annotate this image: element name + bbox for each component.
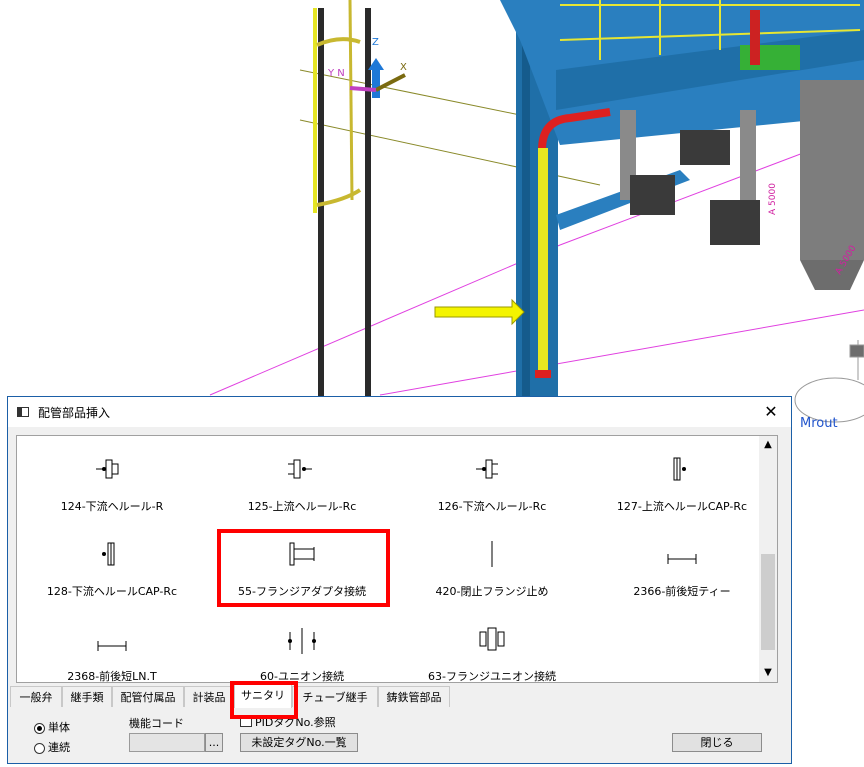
- part-label: 127-上流ヘルールCAP-Rc: [616, 500, 748, 513]
- radio-unchecked-icon: [34, 742, 45, 754]
- part-label: 63-フランジユニオン接続: [428, 670, 556, 683]
- axis-z-label: Z: [372, 37, 379, 48]
- part-item[interactable]: 2366-前後短ティー: [587, 521, 777, 606]
- part-item[interactable]: 63-フランジユニオン接続: [397, 606, 587, 683]
- ferrule-upstream-icon: [288, 459, 312, 479]
- radio-single-label: 単体: [48, 721, 70, 734]
- part-label: 2368-前後短LN.T: [67, 670, 157, 683]
- part-item[interactable]: 126-下流ヘルール-Rc: [397, 436, 587, 521]
- browse-button[interactable]: ...: [205, 733, 223, 752]
- short-lnt-icon: [97, 641, 127, 651]
- function-code-input[interactable]: [129, 733, 205, 752]
- dialog-title: 配管部品挿入: [38, 406, 111, 420]
- pipe-part-insert-dialog: 配管部品挿入 ✕ 124-下流ヘルール-R 125-上流ヘルール-Rc 126-…: [7, 396, 792, 764]
- window-icon: [17, 407, 29, 417]
- short-tee-icon: [667, 554, 697, 564]
- union-icon: [288, 628, 316, 654]
- ferrule-downstream-icon: [96, 459, 119, 479]
- scroll-thumb[interactable]: [761, 554, 775, 650]
- part-label: 2366-前後短ティー: [633, 585, 731, 598]
- blind-flange-icon: [491, 541, 493, 567]
- function-code-label: 機能コード: [129, 717, 184, 730]
- tab-instruments[interactable]: 計装品: [184, 686, 234, 707]
- radio-single[interactable]: 単体: [34, 719, 70, 735]
- radio-checked-icon: [34, 722, 45, 734]
- close-icon[interactable]: ✕: [751, 397, 791, 427]
- part-item[interactable]: 128-下流ヘルールCAP-Rc: [17, 521, 207, 606]
- radio-continuous-label: 連続: [48, 741, 70, 754]
- part-item[interactable]: 124-下流ヘルール-R: [17, 436, 207, 521]
- part-item[interactable]: 2368-前後短LN.T: [17, 606, 207, 683]
- axis-x-label: X: [400, 62, 407, 73]
- ferrule-downstream-rc-icon: [476, 459, 498, 479]
- vessel-wireframe: [794, 340, 864, 423]
- part-item[interactable]: 60-ユニオン接続: [207, 606, 397, 682]
- axis-y-label: Y N: [327, 68, 345, 79]
- part-label: 126-下流ヘルール-Rc: [437, 500, 547, 513]
- radio-continuous[interactable]: 連続: [34, 739, 70, 755]
- tab-fittings[interactable]: 継手類: [62, 686, 112, 707]
- highlighted-pipe: [535, 108, 611, 378]
- unset-tag-list-button[interactable]: 未設定タグNo.一覧: [240, 733, 358, 752]
- parts-grid[interactable]: 124-下流ヘルール-R 125-上流ヘルール-Rc 126-下流ヘルール-Rc…: [16, 435, 778, 683]
- part-item[interactable]: 420-閉止フランジ止め: [397, 521, 587, 606]
- close-button[interactable]: 閉じる: [672, 733, 762, 752]
- dimension-label: A 5000: [768, 183, 778, 215]
- tab-piping-accessories[interactable]: 配管付属品: [112, 686, 184, 707]
- pointer-arrow: [434, 298, 525, 326]
- part-label: 125-上流ヘルール-Rc: [247, 500, 357, 513]
- title-bar[interactable]: 配管部品挿入 ✕: [8, 397, 791, 427]
- ferrule-cap-upstream-icon: [673, 457, 686, 481]
- tab-tube-fittings[interactable]: チューブ継手: [292, 686, 378, 707]
- part-item[interactable]: 127-上流ヘルールCAP-Rc: [587, 436, 777, 521]
- part-label: 128-下流ヘルールCAP-Rc: [46, 585, 178, 598]
- part-label: 124-下流ヘルール-R: [60, 500, 164, 513]
- tab-general-valve[interactable]: 一般弁: [10, 686, 62, 707]
- ferrule-cap-downstream-icon: [102, 542, 115, 566]
- tab-cast-iron-parts[interactable]: 鋳鉄管部品: [378, 686, 450, 707]
- flange-union-icon: [479, 627, 505, 651]
- highlight-box: [230, 681, 298, 719]
- part-label: 420-閉止フランジ止め: [435, 585, 549, 598]
- cut-text: Mrout: [800, 416, 838, 431]
- scroll-down-icon[interactable]: ▼: [759, 664, 777, 682]
- ladder: [313, 0, 371, 396]
- part-item[interactable]: 125-上流ヘルール-Rc: [207, 436, 397, 521]
- vertical-scrollbar[interactable]: ▲ ▼: [759, 436, 777, 682]
- highlight-box: [217, 529, 390, 607]
- scroll-up-icon[interactable]: ▲: [759, 436, 777, 454]
